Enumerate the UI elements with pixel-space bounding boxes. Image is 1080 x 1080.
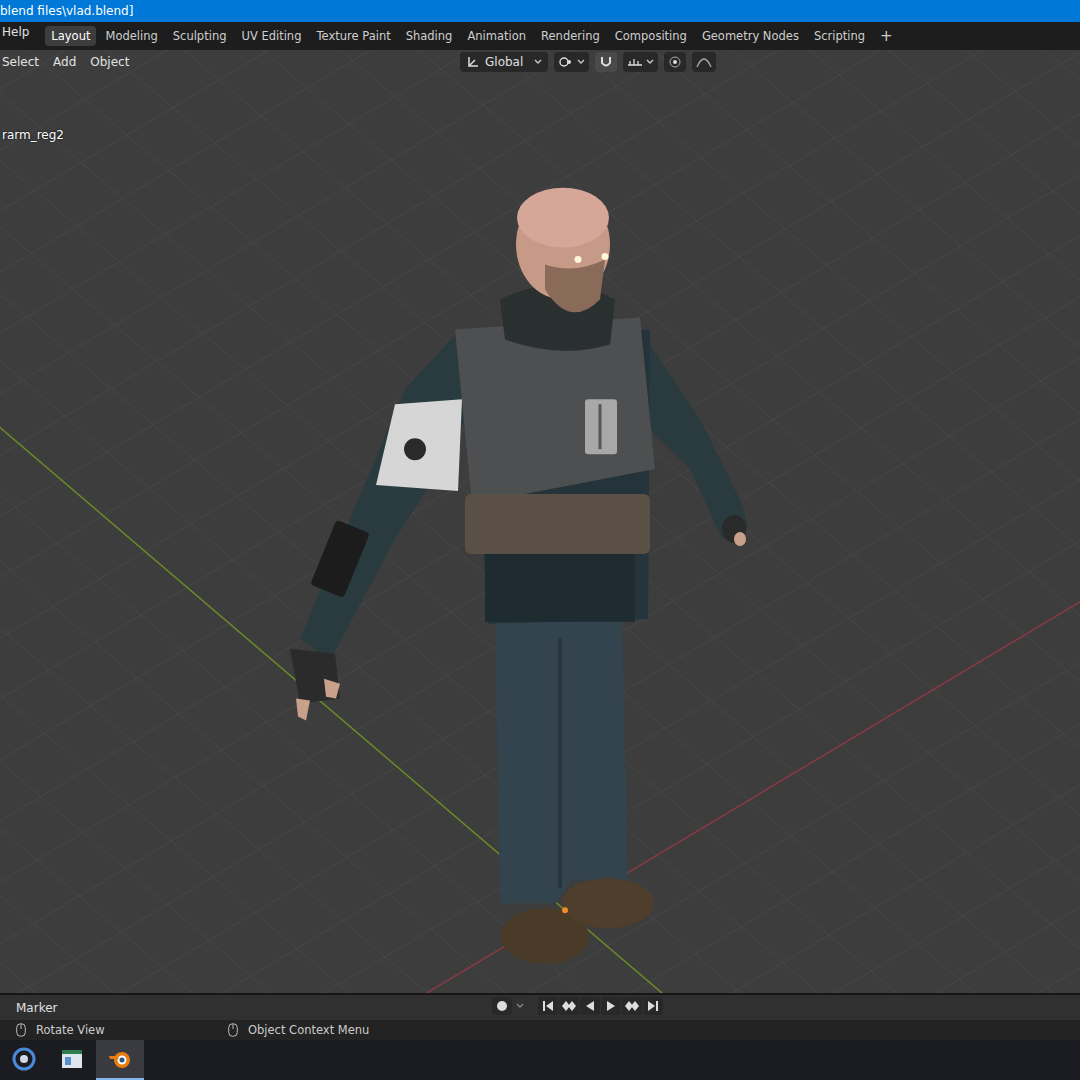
next-keyframe-button[interactable]: [622, 997, 642, 1015]
add-workspace-button[interactable]: +: [874, 27, 899, 45]
workspace-tabs: LayoutModelingSculptingUV EditingTexture…: [45, 26, 898, 46]
window-title: blend files\vlad.blend]: [0, 4, 133, 18]
taskbar-blender-button[interactable]: [96, 1040, 144, 1080]
workspace-tab[interactable]: Geometry Nodes: [696, 26, 805, 46]
record-button[interactable]: [492, 997, 512, 1015]
play-reverse-icon: [584, 1000, 596, 1012]
title-bar: blend files\vlad.blend]: [0, 0, 1080, 22]
jump-end-icon: [647, 1000, 659, 1012]
falloff-dropdown[interactable]: [692, 52, 716, 72]
status-hint: Rotate View: [16, 1023, 228, 1037]
next-keyframe-icon: [625, 1000, 639, 1012]
workspace-tab[interactable]: Compositing: [609, 26, 693, 46]
workspace-tab[interactable]: Modeling: [99, 26, 163, 46]
orientation-dropdown[interactable]: Global: [460, 52, 548, 72]
mouse-icon: [228, 1023, 238, 1037]
workspace-tab[interactable]: UV Editing: [235, 26, 307, 46]
viewport-background: [0, 50, 1080, 993]
mouse-icon: [16, 1023, 26, 1037]
orientation-icon: [466, 55, 480, 69]
taskbar-app-button[interactable]: [48, 1040, 96, 1080]
app-logo-icon: [12, 1047, 36, 1071]
x-axis-line: [0, 50, 1080, 993]
workspace-tab[interactable]: Animation: [461, 26, 532, 46]
viewport-scene[interactable]: [0, 50, 1080, 993]
increment-icon: [627, 55, 643, 69]
play-button[interactable]: [601, 997, 621, 1015]
character-model[interactable]: [290, 188, 748, 964]
jump-start-icon: [542, 1000, 554, 1012]
workspace-tab[interactable]: Scripting: [808, 26, 871, 46]
viewport-menu[interactable]: Select: [2, 55, 39, 69]
transform-tools: Global: [460, 52, 716, 72]
jump-end-button[interactable]: [643, 997, 663, 1015]
y-axis-line: [0, 50, 1080, 993]
origin-marker: [562, 907, 568, 913]
prev-keyframe-icon: [562, 1000, 576, 1012]
magnet-icon: [599, 55, 613, 69]
workspace-tab[interactable]: Shading: [400, 26, 459, 46]
chevron-down-icon[interactable]: [516, 1003, 524, 1009]
window-app-icon: [60, 1048, 84, 1070]
floor-grid: [0, 50, 1080, 993]
workspace-tab[interactable]: Texture Paint: [310, 26, 396, 46]
active-object-label: rarm_reg2: [2, 128, 64, 142]
viewport-menu[interactable]: Object: [90, 55, 129, 69]
taskbar-app-button[interactable]: [0, 1040, 48, 1080]
snap-toggle[interactable]: [595, 52, 617, 72]
prev-keyframe-button[interactable]: [559, 997, 579, 1015]
chevron-down-icon: [577, 59, 585, 65]
viewport-menu[interactable]: Add: [53, 55, 76, 69]
transport-buttons: [538, 997, 663, 1015]
taskbar: [0, 1040, 1080, 1080]
pivot-icon: [558, 55, 574, 69]
timeline-header: Marker: [0, 993, 1080, 1020]
workspace-tab[interactable]: Rendering: [535, 26, 606, 46]
falloff-curve-icon: [696, 55, 712, 69]
play-icon: [605, 1000, 617, 1012]
status-hint: Object Context Menu: [228, 1023, 369, 1037]
status-bar: Rotate ViewObject Context Menu: [0, 1020, 1080, 1040]
viewport-header: Select Add Object Global: [0, 50, 1080, 74]
blender-window: blend files\vlad.blend] Help LayoutModelin…: [0, 0, 1080, 1080]
chevron-down-icon: [646, 59, 654, 65]
play-reverse-button[interactable]: [580, 997, 600, 1015]
menu-item[interactable]: Help: [0, 25, 31, 47]
3d-viewport[interactable]: Select Add Object Global rarm_reg2: [0, 50, 1080, 993]
chevron-down-icon: [534, 59, 542, 65]
blender-logo-icon: [107, 1047, 133, 1071]
workspace-tab[interactable]: Layout: [45, 26, 96, 46]
playback-controls: [492, 997, 663, 1015]
pivot-dropdown[interactable]: [554, 52, 589, 72]
proportional-toggle[interactable]: [664, 52, 686, 72]
workspace-tab[interactable]: Sculpting: [167, 26, 233, 46]
snap-target-dropdown[interactable]: [623, 52, 658, 72]
record-icon: [496, 1000, 508, 1012]
proportional-icon: [668, 55, 682, 69]
jump-start-button[interactable]: [538, 997, 558, 1015]
orientation-value: Global: [485, 55, 523, 69]
top-bar: Help LayoutModelingSculptingUV EditingTex…: [0, 22, 1080, 50]
marker-menu[interactable]: Marker: [16, 1001, 57, 1015]
viewport-menus: Select Add Object: [0, 55, 460, 69]
